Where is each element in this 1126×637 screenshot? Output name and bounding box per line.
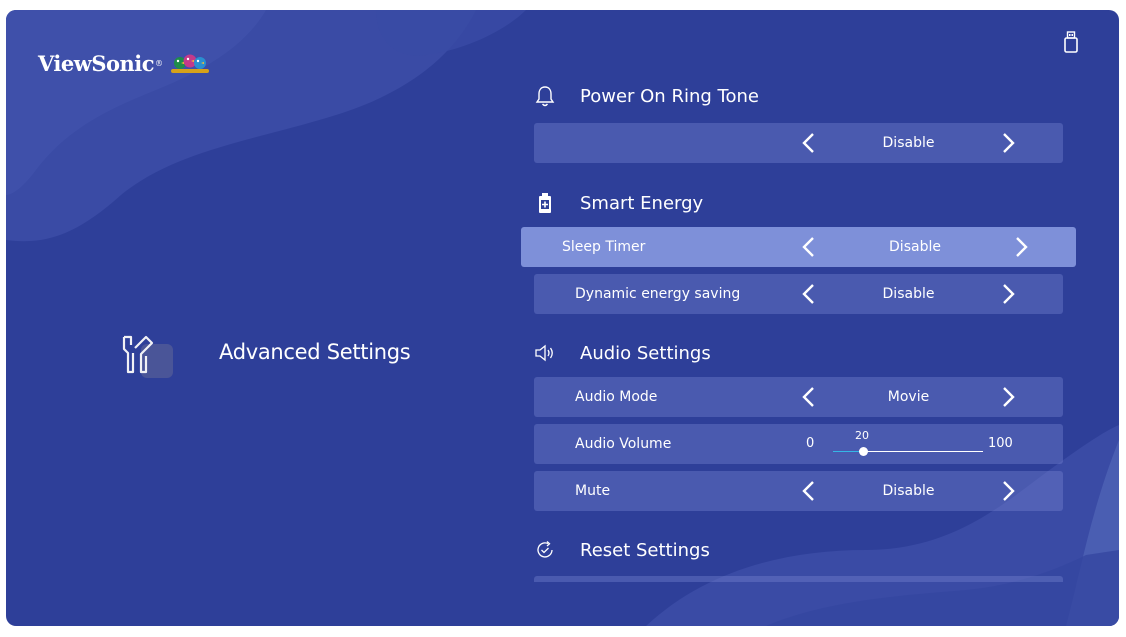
reset-row-partial[interactable] <box>534 576 1063 582</box>
chevron-right-icon[interactable] <box>997 132 1019 154</box>
dynamic-energy-saving-label: Dynamic energy saving <box>575 286 741 302</box>
section-title: Audio Settings <box>580 342 711 364</box>
power-on-ring-tone-value: Disable <box>882 135 935 151</box>
sleep-timer-label: Sleep Timer <box>562 239 646 255</box>
bell-icon <box>533 84 557 108</box>
chevron-left-icon[interactable] <box>798 283 820 305</box>
registered-mark: ® <box>155 59 163 68</box>
chevron-right-icon[interactable] <box>997 386 1019 408</box>
mute-row[interactable]: Mute Disable <box>534 471 1063 511</box>
chevron-right-icon[interactable] <box>997 283 1019 305</box>
volume-max: 100 <box>988 436 1013 451</box>
audio-mode-label: Audio Mode <box>575 389 658 405</box>
power-on-ring-tone-row[interactable]: Disable <box>534 123 1063 163</box>
dynamic-energy-saving-value: Disable <box>882 286 935 302</box>
chevron-left-icon[interactable] <box>798 480 820 502</box>
dynamic-energy-saving-row[interactable]: Dynamic energy saving Disable <box>534 274 1063 314</box>
chevron-left-icon[interactable] <box>798 132 820 154</box>
birds-logo-icon <box>170 54 209 73</box>
tools-icon <box>122 335 173 378</box>
volume-slider-handle[interactable] <box>858 447 868 456</box>
usb-icon <box>1064 31 1078 53</box>
section-smart-energy: Smart Energy <box>533 191 703 215</box>
volume-min: 0 <box>806 436 815 451</box>
battery-icon <box>533 191 557 215</box>
mute-label: Mute <box>575 483 611 499</box>
projector-screen: ViewSonic ® Advanced Settings Power On R… <box>6 10 1119 626</box>
audio-mode-value: Movie <box>887 389 930 405</box>
brand-logo: ViewSonic ® <box>38 51 211 76</box>
sleep-timer-value: Disable <box>889 239 941 255</box>
section-power-on-ring-tone: Power On Ring Tone <box>533 84 759 108</box>
audio-volume-label: Audio Volume <box>575 436 672 452</box>
page-title: Advanced Settings <box>219 340 411 364</box>
section-audio-settings: Audio Settings <box>533 341 711 365</box>
brand-name: ViewSonic <box>38 51 155 76</box>
section-title: Reset Settings <box>580 539 710 561</box>
audio-volume-row[interactable]: Audio Volume 0 20 100 <box>534 424 1063 464</box>
section-title: Smart Energy <box>580 192 704 214</box>
sleep-timer-row[interactable]: Sleep Timer Disable <box>521 227 1076 267</box>
speaker-icon <box>533 341 557 365</box>
reset-check-icon <box>533 538 557 562</box>
mute-value: Disable <box>882 483 935 499</box>
section-reset-settings: Reset Settings <box>533 538 710 562</box>
chevron-left-icon[interactable] <box>798 236 820 258</box>
volume-current: 20 <box>855 429 869 442</box>
audio-mode-row[interactable]: Audio Mode Movie <box>534 377 1063 417</box>
chevron-left-icon[interactable] <box>798 386 820 408</box>
chevron-right-icon[interactable] <box>1010 236 1032 258</box>
section-title: Power On Ring Tone <box>580 85 759 107</box>
chevron-right-icon[interactable] <box>997 480 1019 502</box>
